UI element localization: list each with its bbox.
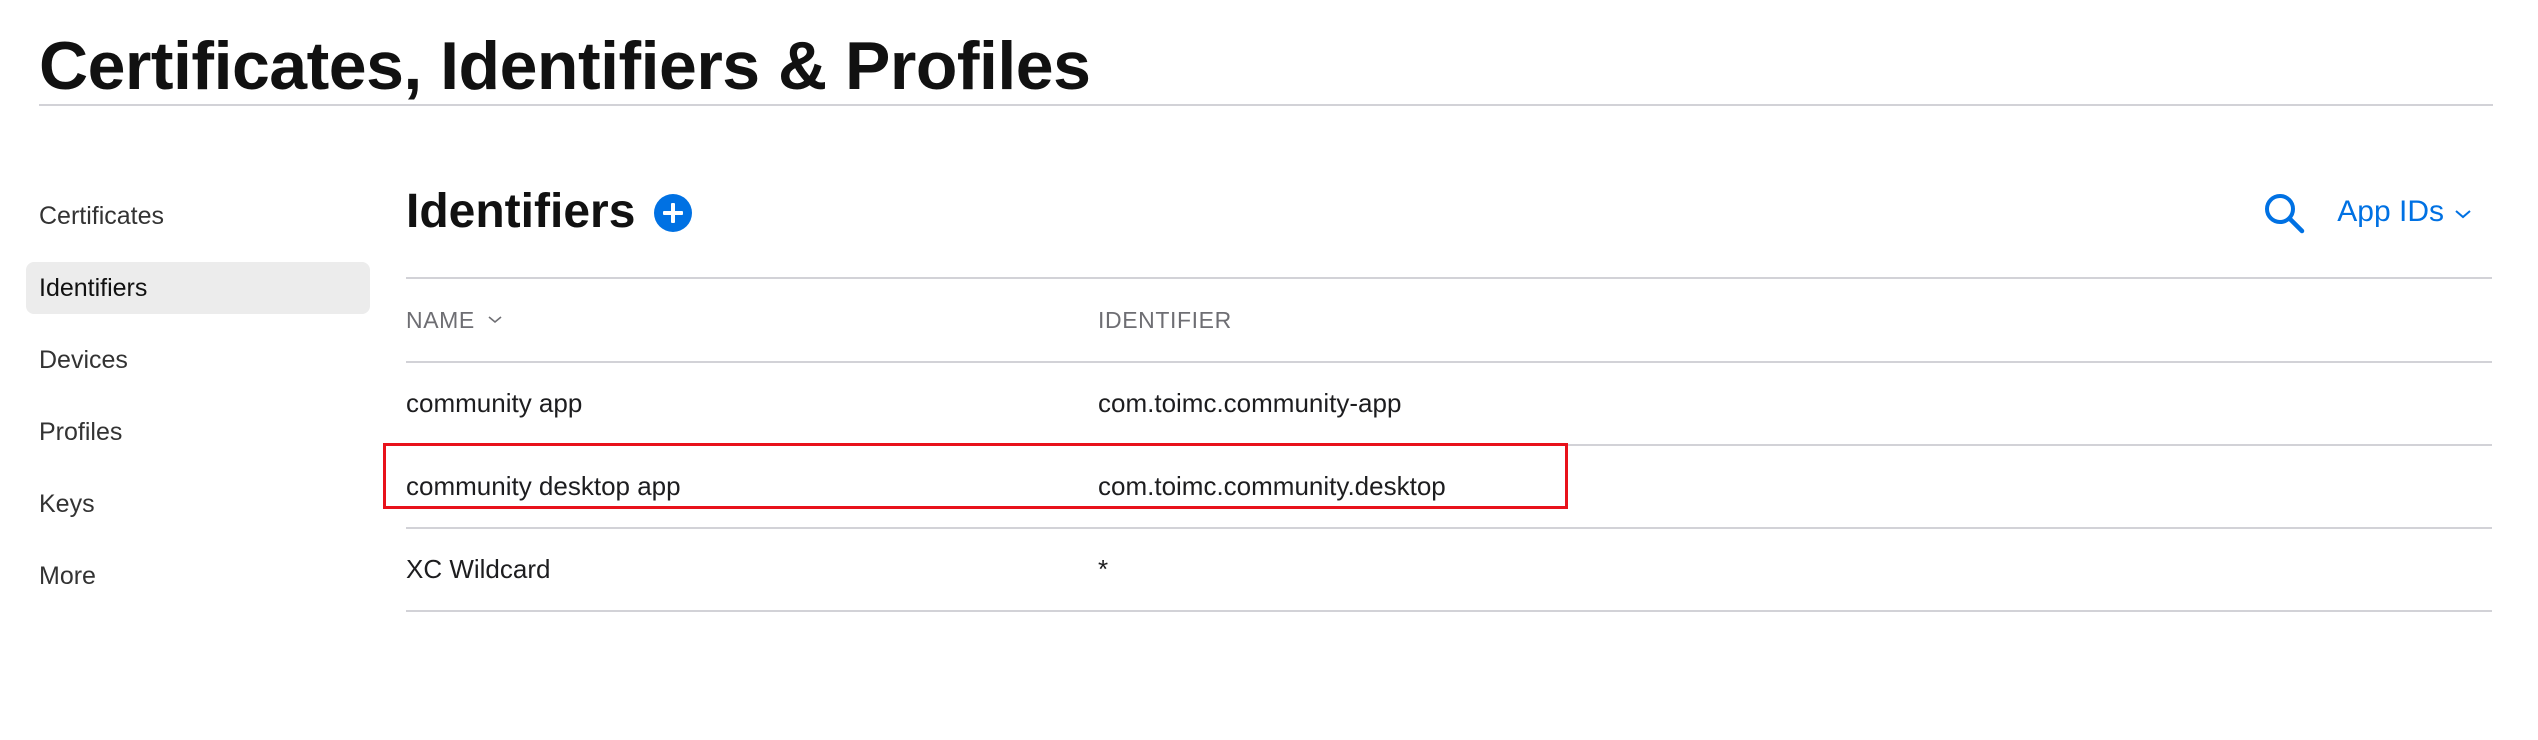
plus-circle-icon	[663, 203, 683, 223]
sidebar-item-label: Devices	[39, 346, 128, 374]
sidebar-item-label: Profiles	[39, 418, 123, 446]
identifiers-table: NAME IDENTIFIER community app com.toimc.…	[406, 279, 2492, 612]
section-title: Identifiers	[406, 185, 636, 238]
sort-chevron-icon	[488, 316, 502, 324]
name-column-header[interactable]: NAME	[406, 279, 502, 361]
name-column-label: NAME	[406, 307, 475, 333]
identifier-column-header: IDENTIFIER	[1098, 307, 1232, 333]
table-header: NAME IDENTIFIER	[406, 279, 2492, 363]
row-identifier: com.toimc.community-app	[1098, 388, 1402, 418]
chevron-down-icon	[2455, 210, 2471, 219]
table-row[interactable]: community app com.toimc.community-app	[406, 363, 2492, 446]
search-button[interactable]	[2262, 191, 2306, 235]
sidebar-item-identifiers[interactable]: Identifiers	[26, 262, 370, 314]
search-icon	[2265, 194, 2305, 234]
row-name: XC Wildcard	[406, 554, 551, 584]
row-identifier: com.toimc.community.desktop	[1098, 471, 1446, 501]
app-ids-filter-dropdown[interactable]: App IDs	[2337, 184, 2472, 240]
add-identifier-button[interactable]	[654, 194, 692, 232]
sidebar-item-certificates[interactable]: Certificates	[26, 190, 370, 242]
sidebar-item-label: More	[39, 562, 96, 590]
sidebar-item-label: Keys	[39, 490, 95, 518]
row-name: community desktop app	[406, 471, 681, 501]
sidebar-item-more[interactable]: More	[26, 550, 370, 602]
filter-selected-label: App IDs	[2337, 195, 2444, 228]
table-row[interactable]: XC Wildcard *	[406, 529, 2492, 612]
main-content: Identifiers App IDs NAME IDENTIFIER comm…	[406, 170, 2492, 612]
section-header: Identifiers App IDs	[406, 170, 2492, 279]
sidebar-item-devices[interactable]: Devices	[26, 334, 370, 386]
table-row[interactable]: community desktop app com.toimc.communit…	[406, 446, 2492, 529]
sidebar: Certificates Identifiers Devices Profile…	[26, 190, 370, 622]
page-title: Certificates, Identifiers & Profiles	[39, 28, 1091, 104]
row-name: community app	[406, 388, 583, 418]
sidebar-item-label: Certificates	[39, 202, 165, 230]
title-divider	[39, 104, 2493, 106]
sidebar-item-label: Identifiers	[39, 274, 148, 302]
sidebar-item-keys[interactable]: Keys	[26, 478, 370, 530]
row-identifier: *	[1098, 554, 1109, 584]
sidebar-item-profiles[interactable]: Profiles	[26, 406, 370, 458]
